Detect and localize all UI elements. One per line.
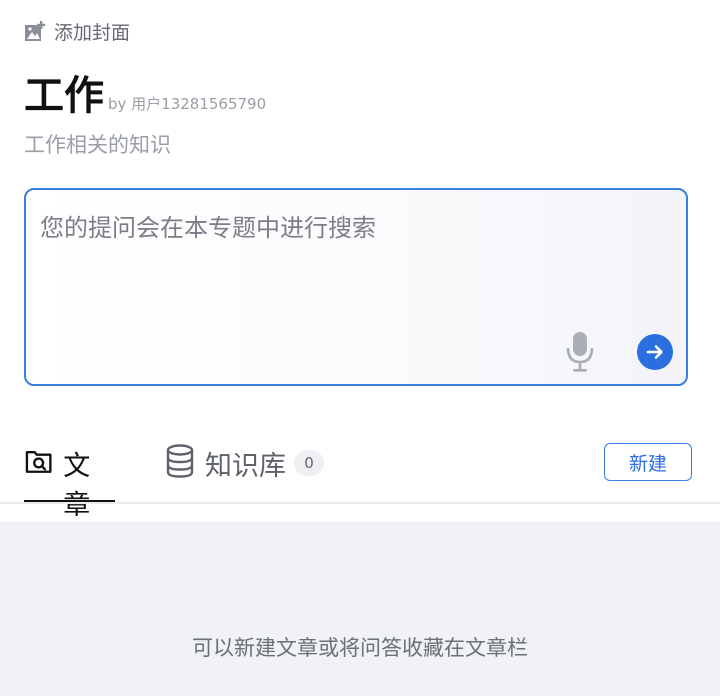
knowledge-base-count-badge: 0: [294, 450, 324, 476]
tab-articles[interactable]: 文章: [24, 432, 116, 521]
articles-content-area: 可以新建文章或将问答收藏在文章栏: [0, 522, 720, 696]
tab-articles-label: 文章: [63, 451, 91, 521]
tab-bar: 文章 知识库 0 新建: [0, 432, 720, 521]
add-cover-label: 添加封面: [54, 22, 131, 44]
ask-input[interactable]: [40, 208, 660, 248]
arrow-right-icon: [646, 345, 663, 359]
author-byline: by 用户13281565790: [108, 95, 267, 113]
add-image-icon: [25, 20, 46, 41]
send-button[interactable]: [637, 334, 673, 370]
page-title: 工作: [24, 73, 104, 119]
article-search-icon: [25, 451, 52, 473]
title-row: 工作 by 用户13281565790: [24, 74, 266, 118]
empty-state-text: 可以新建文章或将问答收藏在文章栏: [192, 636, 528, 660]
divider: [0, 502, 720, 504]
ask-box: [24, 188, 688, 386]
microphone-icon[interactable]: [565, 330, 595, 374]
new-button[interactable]: 新建: [604, 443, 692, 481]
add-cover-button[interactable]: 添加封面: [24, 18, 130, 45]
tab-knowledge-base[interactable]: 知识库 0: [165, 432, 324, 502]
database-icon: [166, 444, 194, 478]
page-subtitle: 工作相关的知识: [24, 133, 171, 157]
tab-knowledge-base-label: 知识库: [205, 451, 286, 482]
